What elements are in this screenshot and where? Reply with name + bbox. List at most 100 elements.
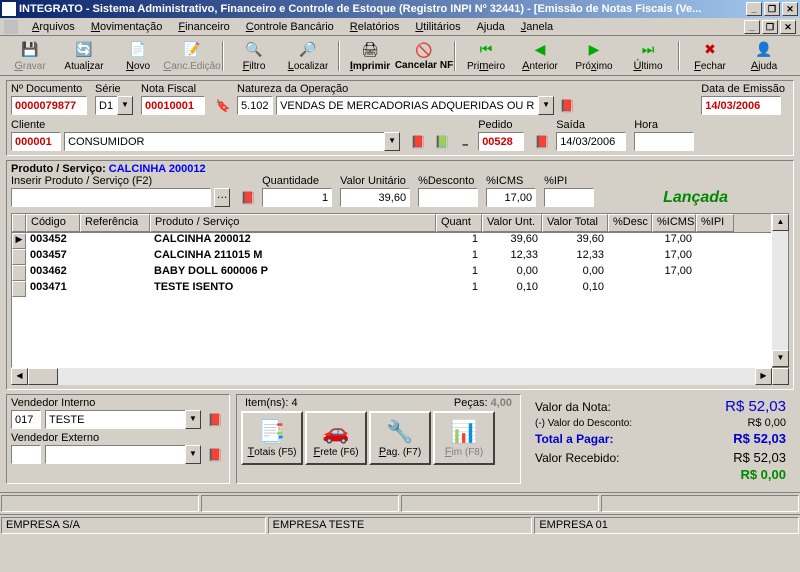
emissao-input[interactable] [701,96,781,115]
product-lookup-icon[interactable]: 📕 [238,188,258,207]
grid-col-1[interactable]: Referência [80,214,150,232]
grid-col-2[interactable]: Produto / Serviço [150,214,436,232]
Ajuda-icon: 👤 [754,40,774,60]
toolbar-ajuda[interactable]: 👤Ajuda [738,38,790,74]
Localizar-icon: 🔎 [298,40,318,60]
toolbar-primeiro[interactable]: ⏮Primeiro [460,38,512,74]
menu-arquivos[interactable]: Arquivos [24,20,83,34]
maximize-button[interactable]: ❐ [764,2,780,16]
cliente-dropdown-button[interactable]: ▼ [384,132,400,151]
grid-vertical-scrollbar[interactable]: ▲ ▼ [772,213,789,368]
table-row[interactable]: 003462BABY DOLL 600006 P10,000,0017,00 [12,265,771,281]
items-grid[interactable]: CódigoReferênciaProduto / ServiçoQuantVa… [11,213,772,368]
Anterior-label: Anterior [522,60,558,72]
hora-input[interactable] [634,132,694,151]
toolbar-imprimir[interactable]: 🖨Imprimir [344,38,396,74]
saida-input[interactable] [556,132,626,151]
table-row[interactable]: 003457CALCINHA 211015 M112,3312,3317,00 [12,249,771,265]
scroll-up-button[interactable]: ▲ [772,214,789,231]
vendedor-externo-code[interactable] [11,445,41,464]
toolbar-cancedio: 📝Canc.Edição [166,38,218,74]
scroll-thumb[interactable] [28,368,58,385]
natureza-code-input[interactable] [237,96,273,115]
statusbar-2: EMPRESA S/A EMPRESA TESTE EMPRESA 01 [0,514,800,536]
table-row[interactable]: 003471TESTE ISENTO10,100,10 [12,281,771,297]
grid-col-5[interactable]: Valor Total [542,214,608,232]
vendedor-interno-nome[interactable] [45,410,185,429]
scroll-left-button[interactable]: ◀ [11,368,28,385]
menu-utilitários[interactable]: Utilitários [407,20,468,34]
menu-ajuda[interactable]: Ajuda [469,20,513,34]
cliente-code-input[interactable] [11,132,61,151]
desconto-input[interactable] [418,188,478,207]
natureza-desc-input[interactable] [276,96,538,115]
menu-relatórios[interactable]: Relatórios [342,20,408,34]
product-ellipsis-button[interactable]: … [214,188,230,207]
nf-lookup-icon[interactable]: 🔖 [213,96,233,115]
pedido-lookup-icon[interactable]: 📕 [532,132,552,151]
toolbar-localizar[interactable]: 🔎Localizar [282,38,334,74]
pedido-input[interactable] [478,132,524,151]
Primeiro-label: Primeiro [467,60,505,72]
ipi-input[interactable] [544,188,594,207]
toolbar-fechar[interactable]: ✖Fechar [684,38,736,74]
Canc.Edição-label: Canc.Edição [163,60,220,72]
grid-col-0[interactable]: Código [26,214,80,232]
Localizar-label: Localizar [288,60,329,72]
insert-product-input[interactable] [11,188,211,207]
vendedor-interno-code[interactable] [11,410,41,429]
bigbtn-fretef[interactable]: 🚗Frete (F6) [305,411,367,465]
doc-num-input[interactable] [11,96,87,115]
child-minimize-button[interactable]: _ [744,20,760,34]
grid-col-7[interactable]: %ICMS [652,214,696,232]
toolbar-separator [338,41,340,71]
cliente-add-icon[interactable]: 📕 [408,132,428,151]
close-button[interactable]: ✕ [782,2,798,16]
nf-input[interactable] [141,96,205,115]
menu-controle bancário[interactable]: Controle Bancário [238,20,342,34]
menu-janela[interactable]: Janela [513,20,561,34]
scroll-right-button[interactable]: ▶ [755,368,772,385]
natureza-lookup-icon[interactable]: 📕 [557,96,577,115]
bigbtn-totaisf[interactable]: 📑Totais (F5) [241,411,303,465]
vend-ext-dropdown[interactable]: ▼ [185,445,201,464]
toolbar-filtro[interactable]: 🔍Filtro [228,38,280,74]
table-row[interactable]: ▶003452CALCINHA 200012139,6039,6017,00 [12,233,771,249]
toolbar-ltimo[interactable]: ⏭Último [622,38,674,74]
cliente-nome-input[interactable] [64,132,384,151]
grid-col-6[interactable]: %Desc [608,214,652,232]
toolbar: 💾Gravar🔄Atualizar📄Novo📝Canc.Edição🔍Filtr… [0,36,800,76]
vend-ext-lookup-icon[interactable]: 📕 [205,445,225,464]
grid-col-3[interactable]: Quant [436,214,482,232]
serie-label: Série [95,83,133,95]
vend-int-dropdown[interactable]: ▼ [185,410,201,429]
scroll-down-button[interactable]: ▼ [772,350,789,367]
icms-input[interactable] [486,188,536,207]
grid-horizontal-scrollbar[interactable]: ◀ ▶ [11,368,789,385]
minimize-button[interactable]: _ [746,2,762,16]
menu-movimentação[interactable]: Movimentação [83,20,171,34]
vendedor-externo-nome[interactable] [45,445,185,464]
serie-dropdown-button[interactable]: ▼ [117,96,133,115]
vend-int-lookup-icon[interactable]: 📕 [205,410,225,429]
valor-unitario-input[interactable] [340,188,410,207]
serie-input[interactable] [95,96,117,115]
menu-financeiro[interactable]: Financeiro [170,20,237,34]
grid-col-8[interactable]: %IPI [696,214,734,232]
toolbar-cancelarnf[interactable]: 🚫Cancelar NF [398,38,450,74]
natureza-dropdown-button[interactable]: ▼ [538,96,554,115]
cliente-edit-icon[interactable]: 📗 [432,132,452,151]
grid-col-4[interactable]: Valor Unt. [482,214,542,232]
child-close-button[interactable]: ✕ [780,20,796,34]
toolbar-atualizar[interactable]: 🔄Atualizar [58,38,110,74]
child-restore-button[interactable]: ❐ [762,20,778,34]
toolbar-anterior[interactable]: ◀Anterior [514,38,566,74]
bigbtn-pagf[interactable]: 🔧Pag. (F7) [369,411,431,465]
toolbar-novo[interactable]: 📄Novo [112,38,164,74]
toolbar-prximo[interactable]: ▶Próximo [568,38,620,74]
window-titlebar: INTEGRATO - Sistema Administrativo, Fina… [0,0,800,18]
quantidade-input[interactable] [262,188,332,207]
menubar: ArquivosMovimentaçãoFinanceiroControle B… [0,18,800,36]
Último-icon: ⏭ [638,40,658,60]
product-entry-group: Produto / Serviço: CALCINHA 200012 Inser… [6,160,794,390]
